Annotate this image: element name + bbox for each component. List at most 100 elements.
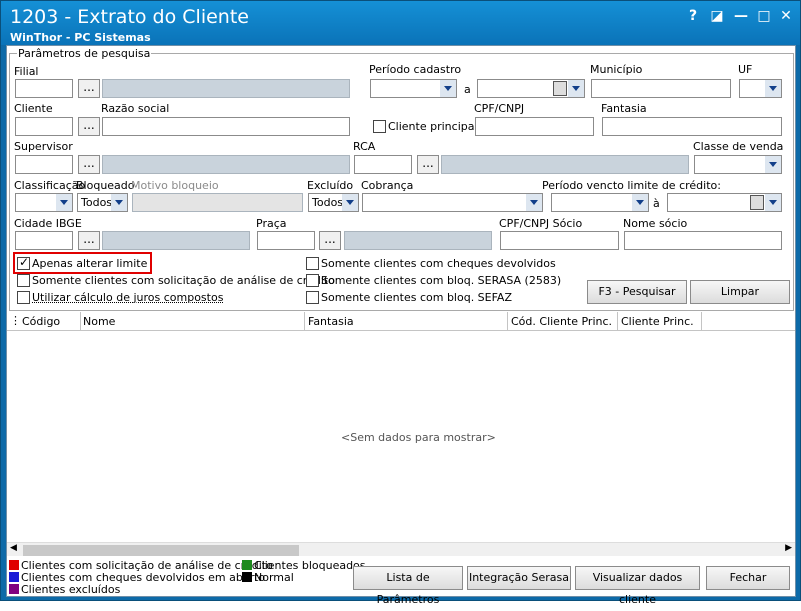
cpf-socio-label: CPF/CNPJ Sócio <box>499 217 583 230</box>
scroll-right-icon[interactable]: ▶ <box>785 543 792 553</box>
praca-lookup-button[interactable]: ... <box>319 231 341 250</box>
scroll-left-icon[interactable]: ◀ <box>10 543 17 553</box>
column-separator[interactable] <box>617 312 618 331</box>
purple-swatch-icon <box>9 584 19 594</box>
fantasia-input[interactable] <box>602 117 782 136</box>
chevron-down-icon[interactable] <box>765 156 781 173</box>
title-bar: 1203 - Extrato do Cliente WinThor - PC S… <box>1 1 800 45</box>
grid-menu-icon[interactable]: ⋮ <box>10 314 21 327</box>
periodo-cadastro-label: Período cadastro <box>369 63 462 76</box>
apenas-alterar-limite-label: Apenas alterar limite <box>32 257 148 270</box>
nome-socio-input[interactable] <box>624 231 782 250</box>
lista-parametros-button[interactable]: Lista de Parâmetros <box>353 566 463 606</box>
filial-lookup-button[interactable]: ... <box>78 79 100 98</box>
classe-venda-select[interactable] <box>694 155 782 174</box>
black-swatch-icon <box>242 572 252 582</box>
column-nome[interactable]: Nome <box>83 315 115 328</box>
chevron-down-icon[interactable] <box>765 80 781 97</box>
restore-layout-icon[interactable]: ◪ <box>708 7 726 25</box>
somente-serasa-checkbox[interactable] <box>306 274 319 287</box>
uf-label: UF <box>738 63 753 76</box>
cidade-ibge-code-input[interactable] <box>15 231 73 250</box>
visualizar-dados-cliente-button[interactable]: Visualizar dados cliente <box>575 566 700 606</box>
scrollbar-thumb[interactable] <box>23 545 299 556</box>
red-swatch-icon <box>9 560 19 570</box>
fechar-button[interactable]: Fechar <box>706 566 790 590</box>
supervisor-label: Supervisor <box>14 140 73 153</box>
rca-lookup-button[interactable]: ... <box>417 155 439 174</box>
column-cod-cliente-princ[interactable]: Cód. Cliente Princ. <box>511 315 612 328</box>
calendar-icon[interactable] <box>750 195 764 210</box>
excluido-select[interactable]: Todos <box>308 193 359 212</box>
praca-code-input[interactable] <box>257 231 315 250</box>
cpf-socio-input[interactable] <box>500 231 619 250</box>
bloqueado-select[interactable]: Todos <box>77 193 128 212</box>
column-separator[interactable] <box>304 312 305 331</box>
minimize-icon[interactable]: — <box>732 7 750 25</box>
pesquisar-button[interactable]: F3 - Pesquisar <box>587 280 687 304</box>
chevron-down-icon[interactable] <box>56 194 72 211</box>
filial-code-input[interactable] <box>15 79 73 98</box>
chevron-down-icon[interactable] <box>111 194 127 211</box>
nome-socio-label: Nome sócio <box>623 217 688 230</box>
razao-social-input[interactable] <box>102 117 350 136</box>
rca-code-input[interactable] <box>354 155 412 174</box>
cliente-lookup-button[interactable]: ... <box>78 117 100 136</box>
grid-empty-message: <Sem dados para mostrar> <box>341 431 496 444</box>
blue-swatch-icon <box>9 572 19 582</box>
razao-social-label: Razão social <box>101 102 170 115</box>
integracao-serasa-button[interactable]: Integração Serasa <box>467 566 571 590</box>
chevron-down-icon[interactable] <box>632 194 648 211</box>
limpar-button[interactable]: Limpar <box>690 280 790 304</box>
cpf-cnpj-input[interactable] <box>475 117 594 136</box>
classificacao-select[interactable] <box>15 193 73 212</box>
column-separator[interactable] <box>507 312 508 331</box>
somente-solicitacao-checkbox[interactable] <box>17 274 30 287</box>
chevron-down-icon[interactable] <box>568 80 584 97</box>
cidade-ibge-lookup-button[interactable]: ... <box>78 231 100 250</box>
motivo-bloqueio-label: Motivo bloqueio <box>131 179 219 192</box>
cpf-cnpj-label: CPF/CNPJ <box>474 102 525 115</box>
column-separator[interactable] <box>701 312 702 331</box>
column-fantasia[interactable]: Fantasia <box>308 315 354 328</box>
somente-sefaz-checkbox[interactable] <box>306 291 319 304</box>
bloqueado-label: Bloqueado <box>76 179 135 192</box>
vencto-to-label: à <box>653 197 660 210</box>
chevron-down-icon[interactable] <box>765 194 781 211</box>
periodo-cadastro-end-date[interactable] <box>477 79 585 98</box>
column-codigo[interactable]: Código <box>22 315 60 328</box>
utilizar-juros-checkbox[interactable] <box>17 291 30 304</box>
municipio-label: Município <box>590 63 643 76</box>
column-separator[interactable] <box>80 312 81 331</box>
rca-label: RCA <box>353 140 376 153</box>
excluido-value: Todos <box>312 196 344 209</box>
chevron-down-icon[interactable] <box>526 194 542 211</box>
column-cliente-princ[interactable]: Cliente Princ. <box>621 315 694 328</box>
cliente-code-input[interactable] <box>15 117 73 136</box>
help-icon[interactable]: ? <box>684 7 702 25</box>
uf-select[interactable] <box>739 79 782 98</box>
municipio-input[interactable] <box>591 79 731 98</box>
calendar-icon[interactable] <box>553 81 567 96</box>
cliente-principal-checkbox[interactable] <box>373 120 386 133</box>
grid-horizontal-scrollbar[interactable]: ◀ ▶ <box>7 542 795 556</box>
close-icon[interactable]: ✕ <box>777 7 795 25</box>
window-title: 1203 - Extrato do Cliente <box>10 6 249 28</box>
rca-name-field <box>441 155 689 174</box>
chevron-down-icon[interactable] <box>342 194 358 211</box>
motivo-bloqueio-field <box>132 193 303 212</box>
maximize-icon[interactable]: □ <box>755 7 773 25</box>
classe-venda-label: Classe de venda <box>693 140 784 153</box>
excluido-label: Excluído <box>307 179 354 192</box>
praca-name-field <box>344 231 492 250</box>
cobranca-select[interactable] <box>362 193 543 212</box>
periodo-cadastro-start-date[interactable] <box>370 79 457 98</box>
supervisor-code-input[interactable] <box>15 155 73 174</box>
classificacao-label: Classificação <box>14 179 86 192</box>
chevron-down-icon[interactable] <box>440 80 456 97</box>
apenas-alterar-limite-checkbox[interactable] <box>17 255 30 270</box>
vencto-start-date[interactable] <box>551 193 649 212</box>
supervisor-lookup-button[interactable]: ... <box>78 155 100 174</box>
vencto-end-date[interactable] <box>667 193 782 212</box>
somente-cheques-checkbox[interactable] <box>306 257 319 270</box>
